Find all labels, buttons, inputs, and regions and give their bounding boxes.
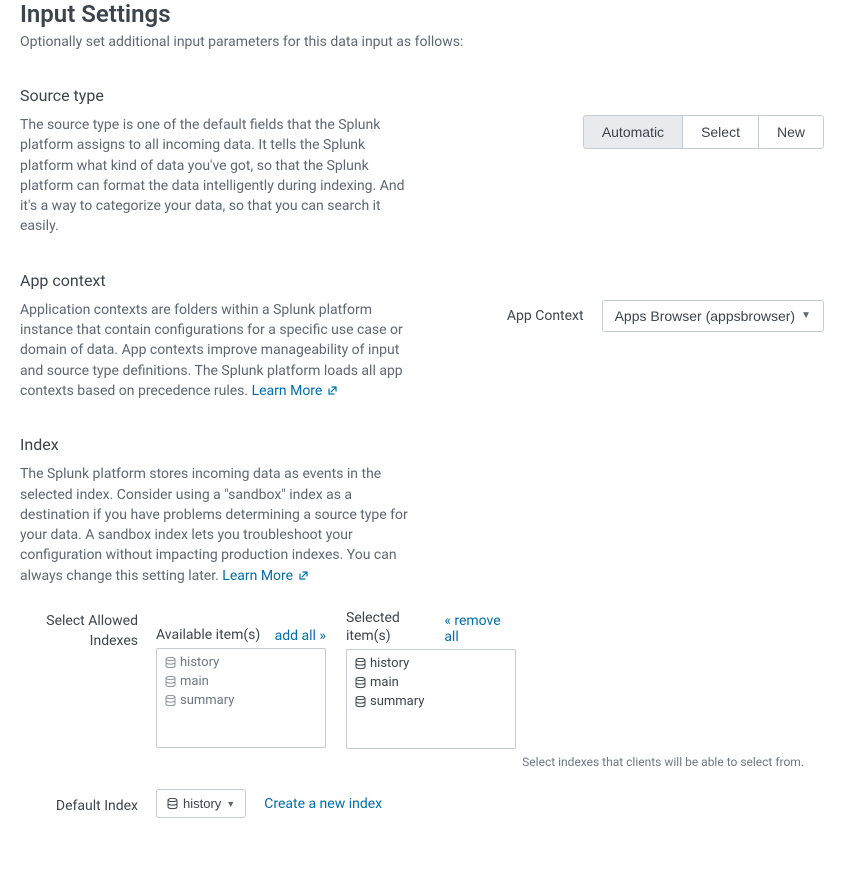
available-item[interactable]: summary — [157, 691, 325, 710]
app-context-title: App context — [20, 271, 824, 290]
selected-items-list: history main summary — [346, 649, 516, 749]
caret-down-icon: ▼ — [226, 799, 235, 809]
source-type-select-button[interactable]: Select — [683, 115, 759, 149]
page-subtitle: Optionally set additional input paramete… — [20, 34, 824, 50]
source-type-desc: The source type is one of the default fi… — [20, 115, 420, 237]
source-type-title: Source type — [20, 86, 824, 105]
section-source-type: Source type The source type is one of th… — [20, 86, 824, 237]
database-icon — [355, 696, 366, 708]
selected-item[interactable]: main — [347, 673, 515, 692]
database-icon — [355, 658, 366, 670]
section-index: Index The Splunk platform stores incomin… — [20, 435, 824, 818]
app-context-learn-more-link[interactable]: Learn More — [252, 383, 338, 399]
selected-items-header: Selected item(s) — [346, 610, 444, 645]
source-type-automatic-button[interactable]: Automatic — [583, 115, 683, 149]
default-index-label: Default Index — [20, 789, 138, 817]
selected-item[interactable]: history — [347, 654, 515, 673]
caret-down-icon: ▼ — [801, 310, 811, 321]
app-context-dropdown[interactable]: Apps Browser (appsbrowser) ▼ — [602, 300, 824, 332]
database-icon — [165, 695, 176, 707]
available-items-header: Available item(s) — [156, 627, 260, 645]
database-icon — [165, 676, 176, 688]
available-items-list: history main summary — [156, 648, 326, 748]
create-new-index-link[interactable]: Create a new index — [264, 796, 382, 812]
source-type-button-group: Automatic Select New — [583, 115, 824, 149]
index-desc: The Splunk platform stores incoming data… — [20, 464, 420, 586]
database-icon — [165, 657, 176, 669]
available-item[interactable]: main — [157, 672, 325, 691]
database-icon — [167, 798, 178, 810]
selected-item[interactable]: summary — [347, 692, 515, 711]
external-link-icon — [299, 571, 309, 581]
indexes-hint: Select indexes that clients will be able… — [156, 755, 824, 769]
available-item[interactable]: history — [157, 653, 325, 672]
add-all-link[interactable]: add all » — [275, 628, 326, 644]
external-link-icon — [328, 386, 338, 396]
index-title: Index — [20, 435, 824, 454]
app-context-desc: Application contexts are folders within … — [20, 300, 420, 401]
allowed-indexes-label: Select Allowed Indexes — [20, 610, 138, 651]
app-context-field-label: App Context — [507, 308, 584, 324]
remove-all-link[interactable]: « remove all — [444, 613, 516, 645]
source-type-new-button[interactable]: New — [759, 115, 824, 149]
page-title: Input Settings — [20, 0, 824, 28]
index-learn-more-link[interactable]: Learn More — [222, 568, 308, 584]
database-icon — [355, 677, 366, 689]
default-index-dropdown[interactable]: history ▼ — [156, 789, 246, 818]
section-app-context: App context Application contexts are fol… — [20, 271, 824, 401]
